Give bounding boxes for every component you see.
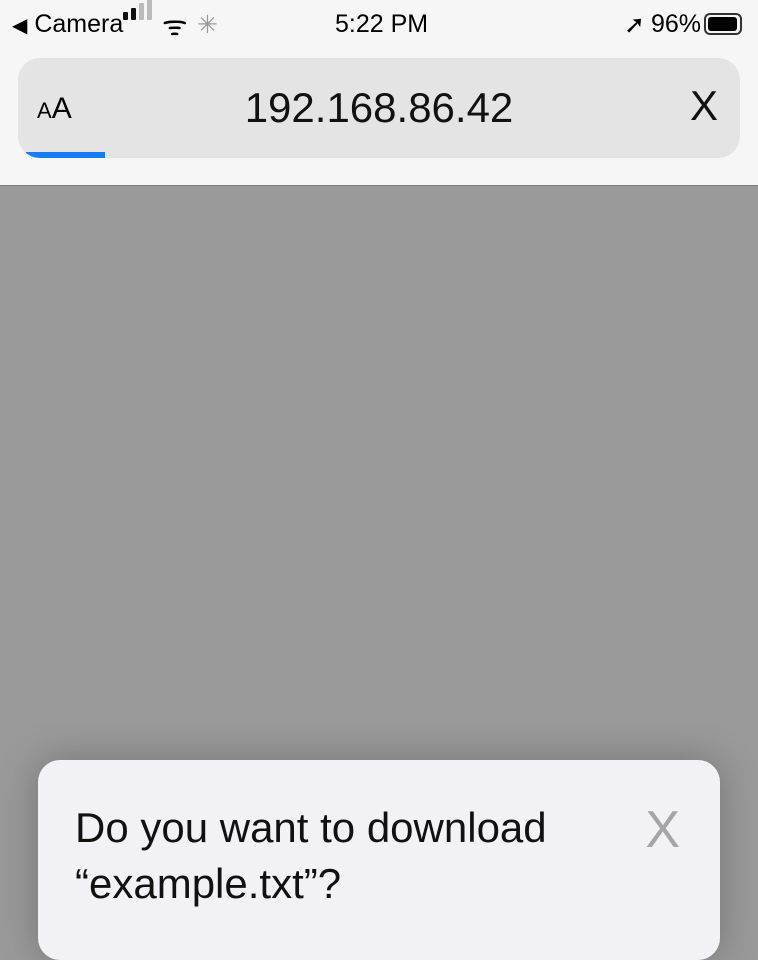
browser-chrome: ◀ Camera ᯤ ✳ 5:22 PM ➚ 96% AA 192.168.86… (0, 0, 758, 186)
address-bar[interactable]: AA 192.168.86.42 X (18, 58, 740, 158)
dialog-title: Do you want to download “example.txt”? (75, 804, 547, 907)
loading-spinner-icon: ✳ (197, 11, 218, 39)
battery-percent: 96% (651, 10, 702, 38)
back-app-label: Camera (34, 10, 124, 38)
battery-icon (704, 13, 742, 35)
wifi-icon: ᯤ (162, 10, 188, 41)
load-progress-bar (26, 152, 106, 158)
stop-loading-button[interactable]: X (690, 82, 718, 130)
back-arrow-icon: ◀ (12, 15, 28, 37)
clock: 5:22 PM (335, 10, 429, 38)
location-icon: ➚ (624, 11, 645, 39)
back-to-app[interactable]: ◀ Camera (12, 10, 123, 39)
url-text[interactable]: 192.168.86.42 (18, 84, 740, 132)
download-dialog: Do you want to download “example.txt”? X (38, 760, 720, 960)
close-dialog-button[interactable]: X (645, 800, 680, 860)
status-bar: ◀ Camera ᯤ ✳ 5:22 PM ➚ 96% (0, 0, 758, 44)
